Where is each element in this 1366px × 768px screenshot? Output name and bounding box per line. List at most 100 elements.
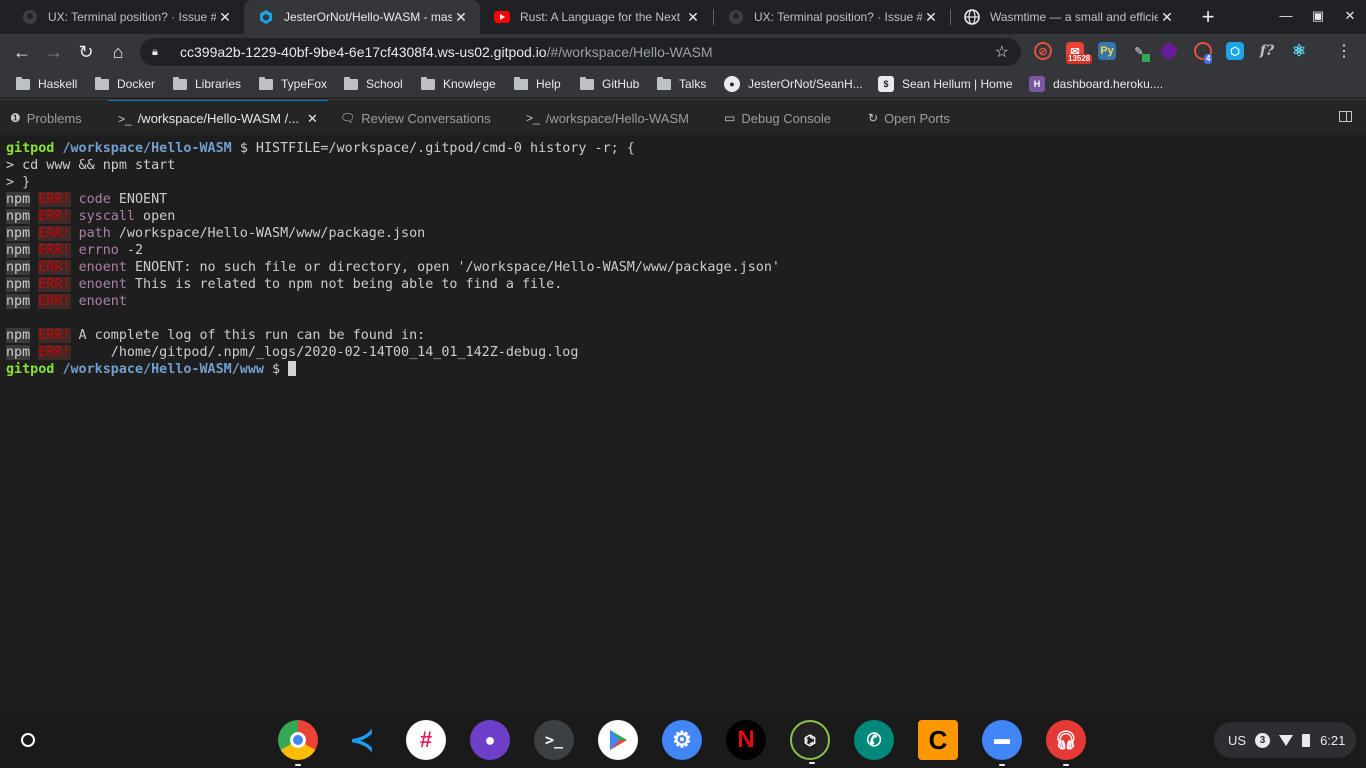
- close-icon[interactable]: ✕: [1158, 9, 1176, 26]
- address-host: cc399a2b-1229-40bf-9be4-6e17cf4308f4.ws-…: [180, 44, 547, 60]
- files-app-icon[interactable]: ▬: [982, 720, 1022, 766]
- close-window-icon[interactable]: ✕: [1342, 8, 1358, 24]
- music-app-icon[interactable]: 🎧︎: [1046, 720, 1086, 766]
- tab-terminal-active[interactable]: >_ /workspace/Hello-WASM /... ✕: [108, 100, 328, 136]
- gmail-badge: 13528: [1066, 54, 1093, 64]
- bookmark-school[interactable]: School: [344, 76, 403, 92]
- log-path: /home/gitpod/.npm/_logs/2020-02-14T00_14…: [70, 345, 579, 360]
- error-key: syscall: [78, 209, 135, 224]
- bookmark-jesterornot[interactable]: ● JesterOrNot/SeanH...: [724, 76, 863, 92]
- gmail-icon[interactable]: ✉ 13528: [1066, 42, 1093, 64]
- bookmark-sean-hellum[interactable]: $ Sean Hellum | Home: [878, 76, 1013, 92]
- tab-problems[interactable]: ❶ Problems: [10, 100, 82, 136]
- github-desktop-app-icon[interactable]: ●: [470, 720, 510, 760]
- bookmark-heroku[interactable]: Hdashboard.heroku....: [1029, 76, 1163, 92]
- python-icon[interactable]: Py: [1098, 42, 1116, 60]
- tab-debug-console[interactable]: ▭ Debug Console: [724, 100, 831, 136]
- close-icon[interactable]: ✕: [922, 9, 940, 26]
- launcher-button[interactable]: [8, 720, 48, 760]
- npm-error-line: npm ERR! /home/gitpod/.npm/_logs/2020-02…: [6, 344, 1360, 361]
- bookmarks-bar: Haskell Docker Libraries TypeFox School …: [0, 70, 1366, 98]
- close-icon[interactable]: ✕: [684, 9, 702, 26]
- campus-app-icon[interactable]: ⌬: [790, 720, 830, 764]
- react-icon[interactable]: ⚛: [1290, 42, 1308, 60]
- bookmark-star-icon[interactable]: ☆: [995, 42, 1009, 62]
- settings-app-icon[interactable]: ⚙: [662, 720, 702, 760]
- diamond-ext-icon[interactable]: [1159, 41, 1179, 61]
- locale-label: US: [1228, 732, 1247, 748]
- browser-tab-1[interactable]: UX: Terminal position? · Issue # ✕: [8, 0, 244, 34]
- browser-tab-2[interactable]: JesterOrNot/Hello-WASM - mas ✕: [244, 0, 480, 34]
- error-text: -2: [118, 243, 144, 258]
- tab-label: Problems: [26, 110, 82, 126]
- err-label: ERR!: [38, 209, 71, 224]
- bookmark-typefox[interactable]: TypeFox: [259, 76, 327, 92]
- bookmark-talks[interactable]: Talks: [657, 76, 706, 92]
- gitpod-icon: [258, 9, 274, 25]
- close-icon[interactable]: ✕: [216, 9, 234, 26]
- prompt-symbol: $: [272, 362, 281, 377]
- tab-review-conversations[interactable]: 🗨︎ Review Conversations: [340, 100, 491, 136]
- close-icon[interactable]: ✕: [307, 111, 318, 127]
- terminal-line: > cd www && npm start: [6, 158, 176, 173]
- address-bar[interactable]: 🔒︎ cc399a2b-1229-40bf-9be4-6e17cf4308f4.…: [140, 38, 1021, 66]
- site-icon: $: [878, 76, 894, 92]
- status-tray[interactable]: US 3 6:21: [1214, 722, 1356, 758]
- comment-icon: 🗨︎: [340, 111, 356, 125]
- bookmark-label: Libraries: [195, 77, 242, 91]
- folder-icon: [16, 76, 30, 90]
- vscode-app-icon[interactable]: ≺: [342, 720, 382, 760]
- address-path: /#/workspace/Hello-WASM: [546, 44, 713, 60]
- bookmark-github[interactable]: GitHub: [580, 76, 639, 92]
- folder-icon: [514, 76, 528, 90]
- tab-terminal-2[interactable]: >_ /workspace/Hello-WASM: [526, 100, 689, 136]
- toggle-panel-icon[interactable]: [1339, 111, 1352, 122]
- error-text: ENOENT: [110, 192, 168, 207]
- phone-app-icon[interactable]: ✆: [854, 720, 894, 760]
- npm-label: npm: [6, 345, 31, 360]
- bookmark-label: Haskell: [38, 77, 78, 91]
- gitpod-ext-icon[interactable]: ⬡: [1226, 42, 1244, 60]
- ring-ext-icon[interactable]: 4: [1194, 42, 1213, 64]
- browser-tab-4[interactable]: UX: Terminal position? · Issue # ✕: [714, 0, 950, 34]
- bookmark-label: Help: [536, 77, 561, 91]
- folder-icon: [95, 76, 109, 90]
- chrome-app-icon[interactable]: [278, 720, 318, 766]
- back-icon[interactable]: ←: [10, 40, 34, 64]
- menu-icon[interactable]: ⋮: [1332, 40, 1356, 64]
- bookmark-libraries[interactable]: Libraries: [173, 76, 241, 92]
- tab-open-ports[interactable]: ↻ Open Ports: [868, 100, 950, 136]
- close-icon[interactable]: ✕: [452, 9, 470, 26]
- terminal-app-icon[interactable]: >_: [534, 720, 574, 760]
- err-label: ERR!: [38, 277, 71, 292]
- c-app-icon[interactable]: C: [918, 720, 958, 760]
- minimize-icon[interactable]: —: [1278, 8, 1294, 23]
- formula-icon[interactable]: f?: [1258, 42, 1276, 60]
- browser-tab-5[interactable]: Wasmtime — a small and efficie ✕: [950, 0, 1186, 34]
- ext-stop-icon[interactable]: ⊘: [1034, 42, 1052, 60]
- browser-tab-3[interactable]: Rust: A Language for the Next 4 ✕: [480, 0, 712, 34]
- slack-app-icon[interactable]: #: [406, 720, 446, 760]
- npm-error-line: npm ERR! errno -2: [6, 242, 1360, 259]
- netflix-app-icon[interactable]: N: [726, 720, 766, 760]
- terminal-cursor: [288, 361, 297, 376]
- reload-icon[interactable]: ↻: [74, 40, 98, 64]
- bookmark-knowlege[interactable]: Knowlege: [421, 76, 496, 92]
- bookmark-haskell[interactable]: Haskell: [16, 76, 77, 92]
- bookmark-label: School: [366, 77, 403, 91]
- command-text: HISTFILE=/workspace/.gitpod/cmd-0 histor…: [247, 141, 635, 156]
- bookmark-help[interactable]: Help: [514, 76, 561, 92]
- npm-error-line: npm ERR! path /workspace/Hello-WASM/www/…: [6, 225, 1360, 242]
- npm-label: npm: [6, 328, 31, 343]
- bookmark-label: GitHub: [602, 77, 640, 91]
- home-icon[interactable]: ⌂: [106, 40, 130, 64]
- tab-label: /workspace/Hello-WASM /...: [137, 111, 300, 126]
- bookmark-docker[interactable]: Docker: [95, 76, 155, 92]
- terminal[interactable]: gitpod /workspace/Hello-WASM $ HISTFILE=…: [0, 135, 1366, 712]
- forward-icon[interactable]: →: [42, 40, 66, 64]
- new-tab-button[interactable]: +: [1196, 5, 1220, 29]
- pen-icon[interactable]: ✎: [1130, 42, 1150, 62]
- play-store-app-icon[interactable]: [598, 720, 638, 760]
- error-key: code: [78, 192, 111, 207]
- maximize-icon[interactable]: ▣: [1310, 8, 1326, 24]
